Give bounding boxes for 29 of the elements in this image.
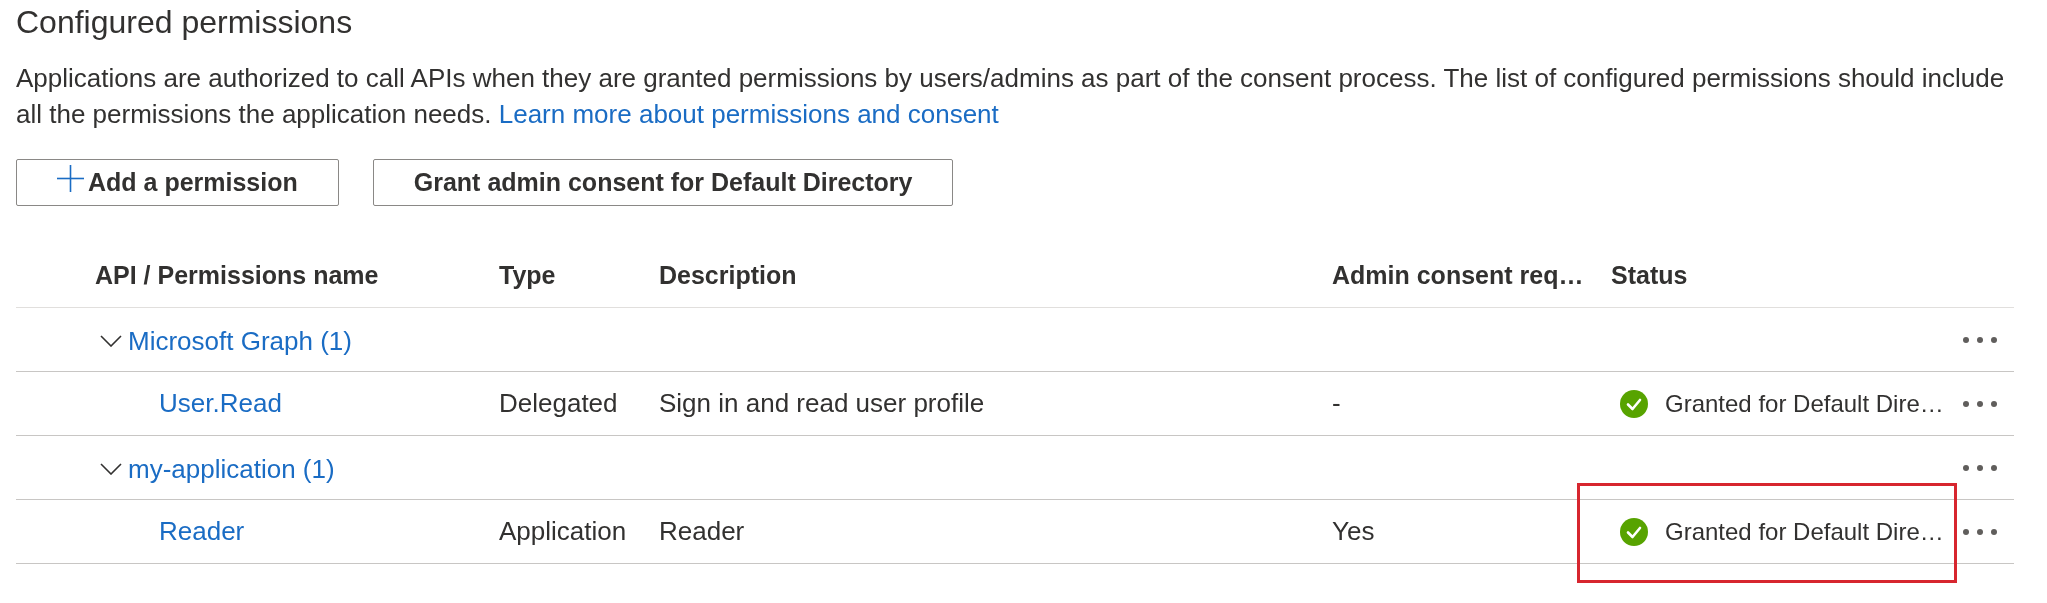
grant-consent-button[interactable]: Grant admin consent for Default Directory: [372, 159, 954, 206]
section-title: Configured permissions: [16, 3, 354, 42]
permission-name-link[interactable]: User.Read: [159, 388, 282, 419]
permission-description: Reader: [659, 516, 746, 547]
permission-type: Application: [499, 516, 628, 547]
description-text: Applications are authorized to call APIs when they are granted permissions by users/admins as part of the consent process. The list of configured permissions should include all the permissions the application needs. Learn more about permissions and consent: [16, 62, 2006, 131]
type-header: Type: [499, 261, 557, 290]
more-options-icon[interactable]: [1963, 400, 1997, 407]
admin-consent-value: Yes: [1332, 516, 1376, 547]
more-options-icon[interactable]: [1963, 336, 1997, 343]
status-text: Granted for Default Dire…: [1665, 517, 1944, 546]
admin-consent-value: -: [1332, 388, 1342, 419]
learn-more-link[interactable]: Learn more about permissions and consent: [498, 99, 999, 129]
admin-consent-header: Admin consent req…: [1332, 261, 1585, 290]
permission-description: Sign in and read user profile: [659, 388, 986, 419]
api-group-link[interactable]: Microsoft Graph (1): [128, 325, 352, 357]
permission-name-link[interactable]: Reader: [159, 516, 245, 547]
api-name-header: API / Permissions name: [95, 261, 380, 290]
chevron-down-icon[interactable]: [100, 335, 122, 347]
api-group-link[interactable]: my-application (1): [128, 453, 335, 485]
description-header: Description: [659, 261, 798, 290]
more-options-icon[interactable]: [1963, 528, 1997, 535]
permission-type: Delegated: [499, 388, 619, 419]
chevron-down-icon[interactable]: [100, 463, 122, 475]
more-options-icon[interactable]: [1963, 464, 1997, 471]
add-permission-button[interactable]: Add a permission: [16, 159, 339, 206]
status-header: Status: [1611, 261, 1689, 290]
status-text: Granted for Default Dire…: [1665, 389, 1944, 418]
plus-icon: [57, 165, 84, 192]
